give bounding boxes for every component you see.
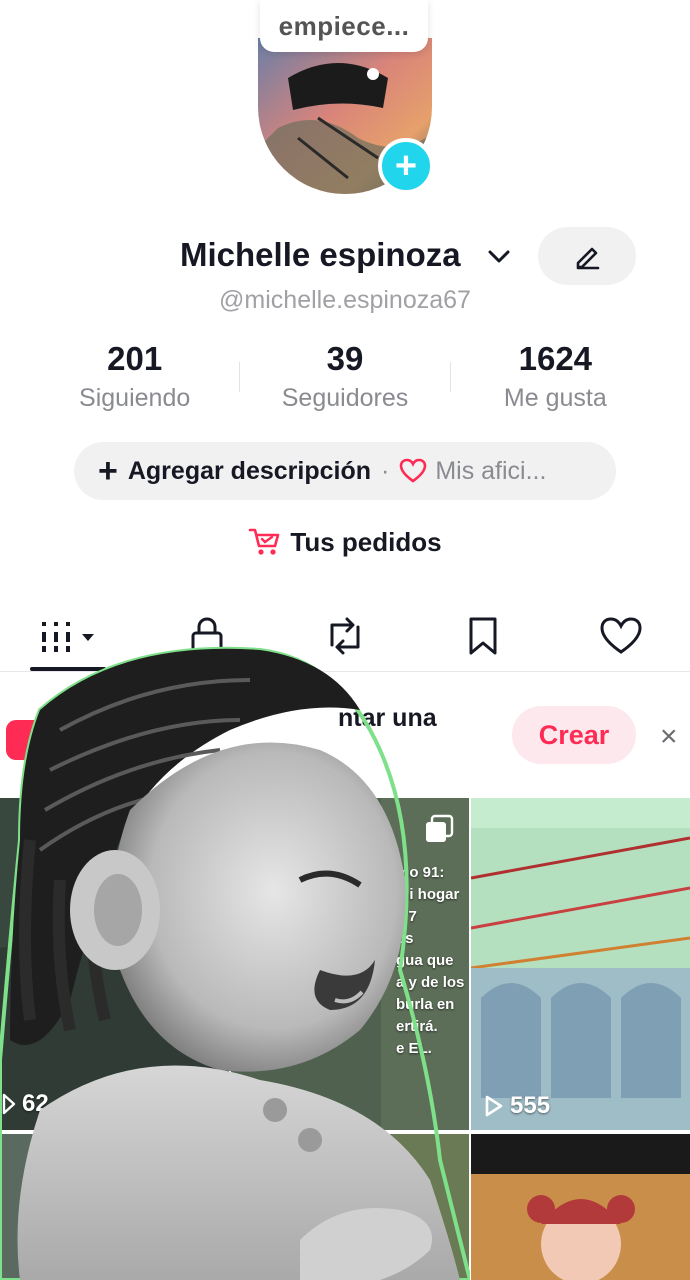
- heart-icon: [399, 458, 427, 484]
- plus-icon: +: [394, 145, 418, 187]
- video-thumbnail[interactable]: [471, 1134, 690, 1280]
- overlay-line: mo 91:: [396, 864, 445, 881]
- view-count: 555: [484, 1092, 550, 1120]
- video-thumbnail[interactable]: [0, 798, 229, 1130]
- hobbies-button[interactable]: Mis afici...: [435, 457, 546, 486]
- tab-private[interactable]: [138, 600, 276, 671]
- repost-icon: [330, 617, 360, 654]
- video-thumbnail[interactable]: [231, 1134, 469, 1280]
- overlay-line: gua que: [396, 952, 454, 969]
- add-avatar-button[interactable]: +: [378, 138, 434, 194]
- video-overlay-text: mo 91: mi hogar s 7 os gua que a y de lo…: [396, 862, 468, 1060]
- overlay-line: ertirá.: [396, 1018, 438, 1035]
- stat-likes[interactable]: 1624 Me gusta: [451, 340, 660, 420]
- orders-label: Tus pedidos: [290, 526, 442, 557]
- profile-stats: 201 Siguiendo 39 Seguidores 1624 Me gust…: [30, 340, 660, 420]
- add-description-button[interactable]: Agregar descripción: [128, 457, 371, 486]
- overlay-line: e EL.: [396, 1040, 432, 1057]
- tab-liked[interactable]: [552, 600, 690, 671]
- profile-handle: @michelle.espinoza67: [219, 286, 471, 314]
- separator: ·: [381, 456, 390, 485]
- overlay-line: a y de los: [396, 974, 465, 991]
- note-bubble[interactable]: empiece...: [260, 0, 428, 52]
- stat-label: Seguidores: [281, 384, 409, 412]
- tab-favorites[interactable]: [414, 600, 552, 671]
- orders-link[interactable]: Tus pedidos: [0, 526, 690, 558]
- promo-icon: [6, 720, 46, 760]
- stat-value: 1624: [518, 340, 593, 377]
- edit-profile-button[interactable]: [538, 227, 636, 285]
- bookmark-icon: [469, 617, 497, 654]
- pencil-icon: [576, 247, 600, 270]
- profile-tabs: [0, 600, 690, 672]
- note-text: empiece...: [278, 10, 410, 41]
- overlay-line: burla en: [396, 996, 455, 1013]
- overlay-line: os: [396, 930, 414, 947]
- play-icon: [2, 1093, 16, 1115]
- heart-icon: [600, 616, 642, 654]
- bio-pill: + Agregar descripción · Mis afici...: [74, 442, 616, 500]
- stat-following[interactable]: 201 Siguiendo: [30, 340, 239, 420]
- stat-value: 201: [107, 340, 163, 377]
- stat-followers[interactable]: 39 Seguidores: [240, 340, 449, 420]
- view-count: 62: [2, 1090, 49, 1118]
- play-icon: [485, 1095, 503, 1117]
- overlay-line: s 7: [396, 908, 417, 925]
- note-pointer: [367, 68, 379, 80]
- view-count-value: 555: [510, 1092, 551, 1119]
- multi-photo-icon: [424, 814, 454, 849]
- profile-name[interactable]: Michelle espinoza: [180, 236, 461, 274]
- plus-icon: +: [98, 452, 118, 490]
- view-count-value: 62: [22, 1090, 49, 1117]
- video-thumbnail[interactable]: [0, 1134, 229, 1280]
- stat-label: Siguiendo: [79, 384, 191, 412]
- cart-icon: [249, 528, 280, 555]
- overlay-line: mi hogar: [396, 886, 460, 903]
- close-icon[interactable]: ×: [660, 722, 678, 752]
- profile-name-row: Michelle espinoza: [0, 227, 690, 285]
- tab-reposts[interactable]: [276, 600, 414, 671]
- grid-icon: [42, 621, 94, 652]
- tab-videos[interactable]: [0, 600, 138, 671]
- stat-label: Me gusta: [503, 384, 607, 412]
- stat-value: 39: [326, 340, 364, 377]
- promo-text: ntar una: [338, 704, 437, 732]
- chevron-down-icon[interactable]: [486, 244, 512, 270]
- create-button[interactable]: Crear: [512, 706, 636, 764]
- lock-icon: [191, 616, 223, 654]
- video-thumbnail[interactable]: [471, 798, 690, 1130]
